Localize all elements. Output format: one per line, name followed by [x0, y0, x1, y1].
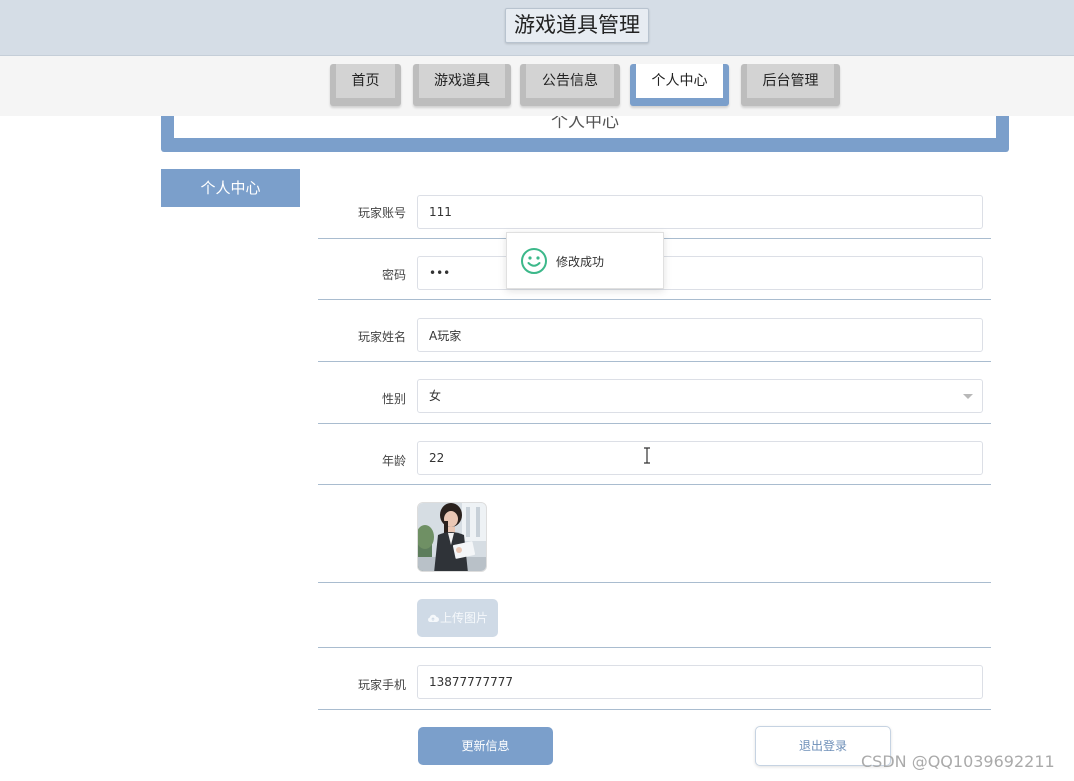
banner-panel: 个人中心	[174, 116, 996, 138]
cloud-upload-icon	[428, 614, 439, 622]
smile-icon	[521, 248, 547, 274]
nav-item-label: 公告信息	[526, 64, 614, 98]
form-row-avatar	[318, 485, 991, 583]
form-row-upload: 上传图片	[318, 583, 991, 648]
header: 游戏道具管理	[0, 0, 1074, 56]
form-row-age: 年龄	[318, 424, 991, 485]
banner-title: 个人中心	[551, 116, 619, 132]
upload-image-label: 上传图片	[439, 611, 488, 625]
text-cursor-icon	[644, 447, 650, 464]
name-input[interactable]	[417, 318, 983, 352]
site-title: 游戏道具管理	[505, 8, 649, 43]
toast-message: 修改成功	[556, 255, 605, 269]
form-row-name: 玩家姓名	[318, 300, 991, 362]
phone-label: 玩家手机	[357, 678, 406, 692]
form-row-gender: 性别 女	[318, 362, 991, 424]
nav-bar: 首页 游戏道具 公告信息 个人中心 后台管理	[0, 56, 1074, 116]
chevron-down-icon	[963, 394, 973, 399]
gender-label: 性别	[381, 392, 406, 406]
sidebar-tab-personal-center[interactable]: 个人中心	[161, 169, 300, 207]
name-label: 玩家姓名	[357, 330, 406, 344]
upload-image-button[interactable]: 上传图片	[417, 599, 498, 637]
password-label: 密码	[381, 268, 406, 282]
nav-item-label: 个人中心	[636, 64, 723, 98]
age-label: 年龄	[381, 454, 406, 468]
account-label: 玩家账号	[357, 206, 406, 220]
password-input[interactable]	[417, 256, 983, 290]
nav-item-label: 首页	[336, 64, 395, 98]
nav-item-personal-center[interactable]: 个人中心	[630, 64, 729, 106]
gender-select[interactable]: 女	[417, 379, 983, 413]
avatar	[417, 502, 487, 572]
account-input[interactable]	[417, 195, 983, 229]
avatar-photo	[418, 503, 486, 571]
page-banner: 个人中心	[161, 116, 1009, 152]
nav-item-label: 游戏道具	[419, 64, 505, 98]
age-input[interactable]	[417, 441, 983, 475]
form-row-phone: 玩家手机	[318, 648, 991, 710]
nav-item-admin[interactable]: 后台管理	[741, 64, 840, 106]
phone-input[interactable]	[417, 665, 983, 699]
gender-selected-value: 女	[429, 389, 442, 403]
nav-item-announcements[interactable]: 公告信息	[520, 64, 620, 106]
nav-item-game-props[interactable]: 游戏道具	[413, 64, 511, 106]
nav-item-label: 后台管理	[747, 64, 834, 98]
watermark: CSDN @QQ1039692211	[861, 752, 1055, 771]
nav-item-home[interactable]: 首页	[330, 64, 401, 106]
success-toast: 修改成功	[506, 232, 664, 289]
update-info-button[interactable]: 更新信息	[418, 727, 553, 765]
